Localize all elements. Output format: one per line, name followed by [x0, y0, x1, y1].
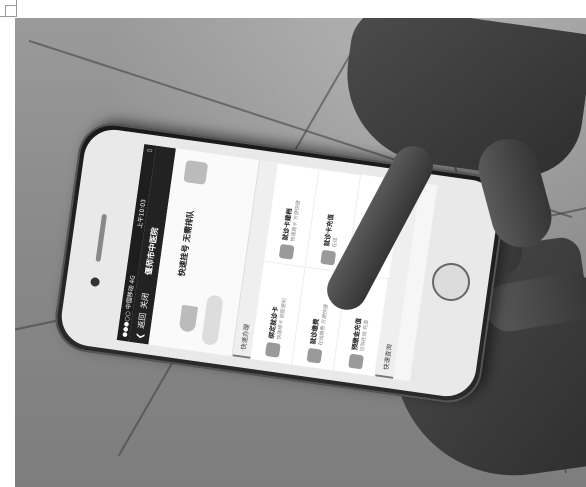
battery-icon: ▯ [145, 148, 154, 153]
earpiece [95, 213, 108, 262]
crop-mark-inner [5, 5, 17, 17]
close-button[interactable]: 关闭 [138, 292, 151, 309]
card-bind-icon [264, 341, 281, 358]
recharge-icon [319, 249, 336, 266]
photo: ●●●○○ 中国移动 4G 上午10:03 ▯ ❮ 返回 关闭 偃师市中医院 快… [15, 18, 586, 487]
phone-front: ●●●○○ 中国移动 4G 上午10:03 ▯ ❮ 返回 关闭 偃师市中医院 快… [57, 125, 503, 401]
deposit-icon [347, 353, 364, 370]
banner-slogan: 快速挂号 无需排队 [177, 209, 196, 278]
front-camera [89, 276, 101, 288]
page-title: 偃师市中医院 [143, 226, 160, 276]
record-icon [278, 243, 295, 260]
home-button[interactable] [429, 260, 473, 304]
back-button[interactable]: 返回 [135, 312, 148, 329]
back-chevron-icon[interactable]: ❮ [135, 332, 145, 340]
cloud-icon [200, 294, 224, 347]
payment-icon [306, 347, 322, 364]
banner-image [183, 159, 209, 185]
rocket-icon [178, 304, 199, 333]
